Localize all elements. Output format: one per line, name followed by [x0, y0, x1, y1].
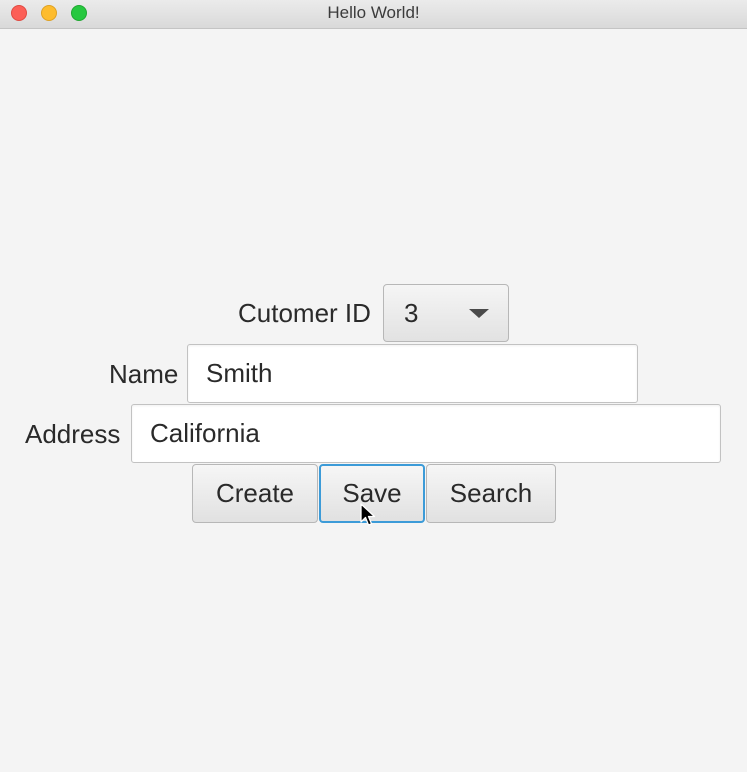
app-window: Hello World! Cutomer ID 3 Name Address C…: [0, 0, 747, 772]
name-label: Name: [109, 359, 179, 389]
address-field[interactable]: [131, 404, 721, 463]
title-bar[interactable]: Hello World!: [0, 0, 747, 29]
customer-id-value: 3: [404, 298, 419, 328]
window-title: Hello World!: [327, 3, 420, 22]
form-area: Cutomer ID 3 Name Address Create Save Se…: [0, 29, 747, 772]
chevron-down-icon: [469, 309, 489, 318]
create-button[interactable]: Create: [192, 464, 318, 523]
address-label: Address: [25, 419, 121, 449]
customer-id-label: Cutomer ID: [238, 298, 371, 328]
customer-id-combobox[interactable]: 3: [383, 284, 509, 342]
search-button[interactable]: Search: [426, 464, 556, 523]
mouse-pointer-icon: [360, 503, 376, 526]
name-field[interactable]: [187, 344, 638, 403]
